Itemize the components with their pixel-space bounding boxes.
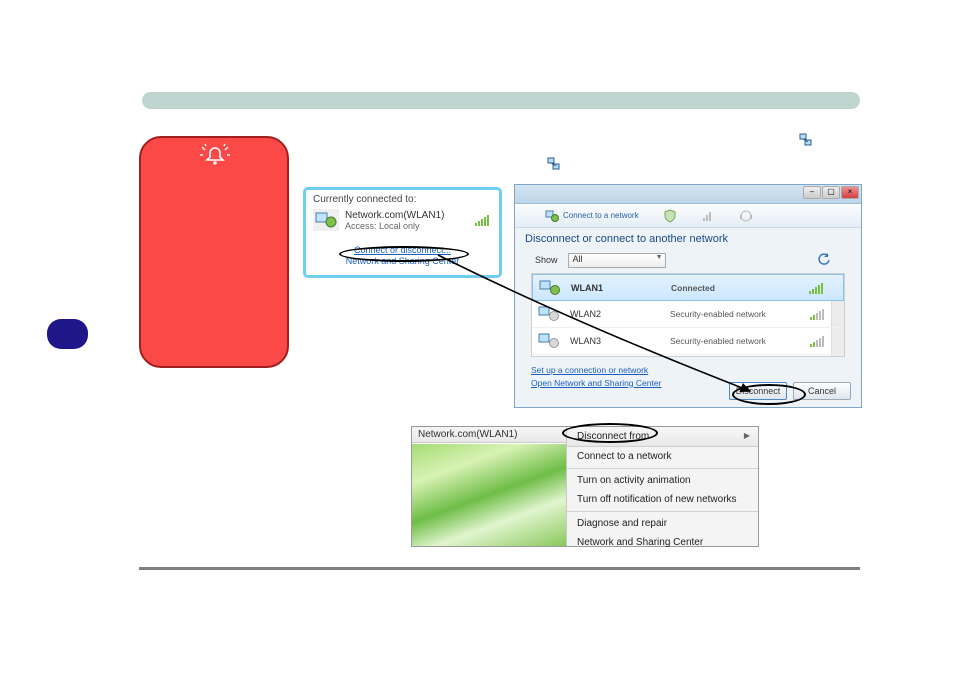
dialog-titlebar[interactable]: – ▢ × [515, 185, 861, 204]
shield-icon [663, 209, 677, 223]
tooltip-title: Currently connected to: [306, 190, 499, 207]
network-list: WLAN1 Connected WLAN2 Security-enabled n… [531, 273, 845, 357]
menu-turn-off-notifications[interactable]: Turn off notification of new networks [567, 490, 758, 509]
signal-bars-icon [809, 282, 823, 294]
network-globe-icon [313, 209, 339, 231]
menu-disconnect-from[interactable]: Disconnect from [567, 427, 758, 447]
menu-connect-network[interactable]: Connect to a network [567, 447, 758, 466]
network-globe-icon [545, 209, 559, 223]
taskbar-context-menu: Network.com(WLAN1) Disconnect from Conne… [411, 426, 759, 547]
disconnect-button[interactable]: Disconnect [729, 382, 787, 400]
taskbar-network-icon [547, 157, 561, 171]
network-item[interactable]: WLAN1 Connected [532, 274, 844, 301]
show-select[interactable]: All [568, 253, 666, 268]
network-item[interactable]: WLAN2 Security-enabled network [532, 301, 844, 328]
minimize-button[interactable]: – [803, 186, 821, 199]
network-icon [539, 279, 561, 297]
tooltip-access-line: Access: Local only [345, 221, 444, 231]
annotation-oval [562, 423, 658, 443]
cancel-button[interactable]: Cancel [793, 382, 851, 400]
dialog-heading: Disconnect or connect to another network [515, 228, 861, 252]
dialog-toolbar: Connect to a network [515, 204, 861, 228]
toolbar-item[interactable] [739, 209, 753, 223]
taskbar-network-icon [799, 133, 813, 147]
network-icon [538, 305, 560, 323]
signal-bars-icon [475, 214, 489, 226]
signal-icon [701, 209, 715, 223]
toolbar-item[interactable] [663, 209, 677, 223]
section-header-bar [142, 92, 860, 109]
close-button[interactable]: × [841, 186, 859, 199]
refresh-icon[interactable] [817, 252, 831, 268]
annotation-oval [339, 246, 469, 262]
footer-divider [139, 567, 860, 570]
menu-diagnose-repair[interactable]: Diagnose and repair [567, 514, 758, 533]
network-icon [538, 332, 560, 350]
toolbar-item[interactable] [701, 209, 715, 223]
warning-callout [139, 136, 289, 368]
menu-separator [567, 468, 758, 469]
maximize-button[interactable]: ▢ [822, 186, 840, 199]
network-item[interactable]: WLAN3 Security-enabled network [532, 328, 844, 355]
show-label: Show [535, 255, 558, 265]
page-badge [47, 319, 88, 349]
desktop-wallpaper-preview [412, 444, 566, 546]
alarm-bell-icon [200, 143, 230, 167]
connect-network-dialog: – ▢ × Connect to a network Disconnect or… [514, 184, 862, 408]
signal-bars-icon [810, 308, 824, 320]
toolbar-connect-item[interactable]: Connect to a network [545, 209, 639, 223]
menu-activity-animation[interactable]: Turn on activity animation [567, 471, 758, 490]
context-network-label: Network.com(WLAN1) [412, 427, 566, 443]
tooltip-network-name: Network.com(WLAN1) [345, 210, 444, 221]
menu-separator [567, 511, 758, 512]
menu-sharing-center[interactable]: Network and Sharing Center [567, 533, 758, 552]
headset-icon [739, 209, 753, 223]
setup-connection-link[interactable]: Set up a connection or network [531, 364, 845, 377]
network-tooltip: Currently connected to: Network.com(WLAN… [303, 187, 502, 278]
signal-bars-icon [810, 335, 824, 347]
